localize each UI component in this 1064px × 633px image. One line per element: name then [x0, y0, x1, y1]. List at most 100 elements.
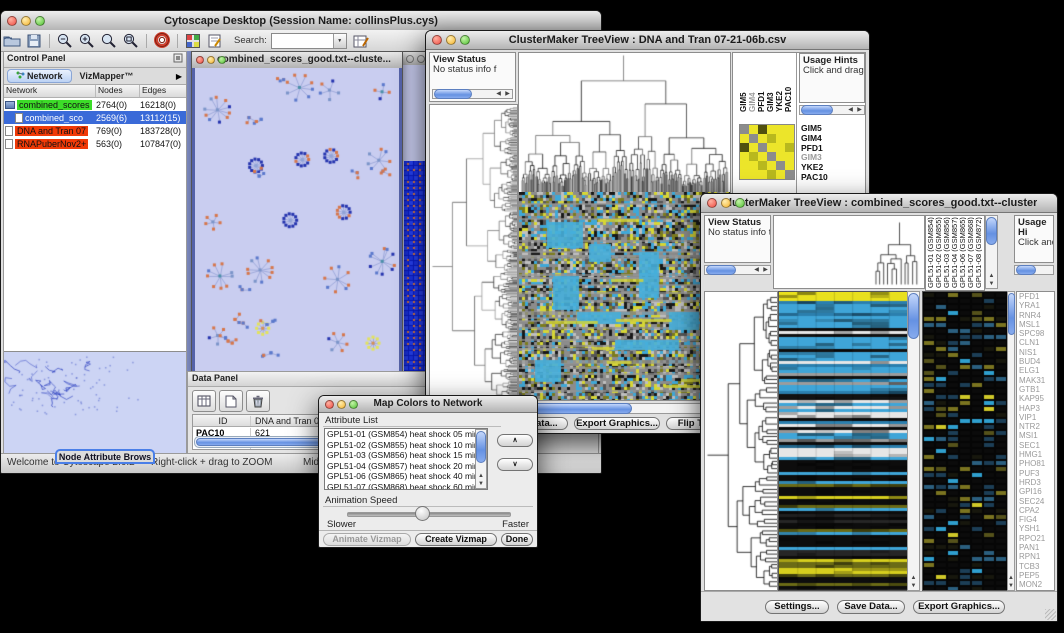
matrix-cell[interactable] — [740, 143, 749, 152]
matrix-cell[interactable] — [767, 152, 776, 161]
attribute-list-item[interactable]: GPL51-06 (GSM865) heat shock 40 min — [327, 471, 487, 482]
scrollbar-thumb[interactable] — [434, 89, 472, 99]
matrix-cell[interactable] — [749, 134, 758, 143]
gene-label[interactable]: PAN1 — [1019, 543, 1054, 552]
matrix-cell[interactable] — [758, 161, 767, 170]
scrollbar-thumb[interactable] — [1016, 265, 1036, 275]
attribute-browser-button[interactable] — [351, 31, 373, 50]
minimize-button[interactable] — [21, 16, 31, 26]
scroll-up-arrow[interactable]: ▲ — [987, 272, 996, 280]
zoom-in-button[interactable] — [76, 31, 98, 50]
create-attribute-button[interactable] — [219, 390, 243, 412]
scroll-right-arrow[interactable]: ▶ — [503, 90, 512, 98]
scroll-up-arrow[interactable]: ▲ — [1008, 574, 1015, 582]
matrix-cell[interactable] — [740, 134, 749, 143]
cytoscape-titlebar[interactable]: Cytoscape Desktop (Session Name: collins… — [1, 11, 601, 31]
gene-label[interactable]: FIG4 — [1019, 515, 1054, 524]
matrix-cell[interactable] — [758, 152, 767, 161]
attribute-list-item[interactable]: GPL51-02 (GSM855) heat shock 10 min — [327, 440, 487, 451]
network-row-selected[interactable]: combined_sco 2569(6) 13112(15) — [4, 111, 186, 124]
gene-label[interactable]: MAK31 — [1019, 376, 1054, 385]
attribute-list-scrollbar[interactable]: ▲ ▼ — [475, 429, 487, 489]
scroll-down-arrow[interactable]: ▼ — [477, 480, 486, 488]
minimize-button[interactable] — [721, 198, 731, 208]
attribute-list[interactable]: GPL51-01 (GSM854) heat shock 05 minGPL51… — [324, 428, 488, 490]
zoom-out-button[interactable] — [54, 31, 76, 50]
matrix-cell[interactable] — [758, 143, 767, 152]
expression-heatmap-canvas[interactable] — [519, 192, 730, 400]
network-row[interactable]: combined_scores 2764(0) 16218(0) — [4, 98, 186, 111]
matrix-cell[interactable] — [785, 143, 794, 152]
search-dropdown-button[interactable]: ▼ — [333, 34, 346, 48]
gene-label[interactable]: CPA2 — [1019, 506, 1054, 515]
settings-button[interactable]: Settings... — [765, 600, 829, 614]
zoom-button[interactable] — [35, 16, 45, 26]
network-frame[interactable]: combined_scores_good.txt--cluste... — [191, 51, 403, 371]
help-button[interactable] — [151, 31, 173, 50]
scrollbar-thumb[interactable] — [801, 105, 833, 115]
gene-label[interactable]: VIP1 — [1019, 413, 1054, 422]
zoom-button[interactable] — [218, 56, 226, 64]
gene-label[interactable]: KAP95 — [1019, 394, 1054, 403]
close-button[interactable] — [325, 400, 334, 409]
matrix-cell[interactable] — [767, 143, 776, 152]
gene-label[interactable]: HRD3 — [1019, 478, 1054, 487]
export-graphics-button[interactable]: Export Graphics... — [574, 417, 660, 430]
annotation-button[interactable] — [204, 31, 226, 50]
gene-label[interactable]: RPO21 — [1019, 534, 1054, 543]
zoom-button[interactable] — [460, 35, 470, 45]
scroll-left-arrow[interactable]: ◀ — [846, 106, 855, 114]
scroll-right-arrow[interactable]: ▶ — [761, 266, 770, 274]
matrix-cell[interactable] — [785, 152, 794, 161]
usage-hints-scrollbar[interactable]: ◀ ▶ — [799, 105, 865, 115]
scroll-down-arrow[interactable]: ▼ — [1008, 582, 1015, 590]
tab-vizmapper[interactable]: VizMapper™ — [72, 70, 142, 82]
close-button[interactable] — [707, 198, 717, 208]
heatmap-vscrollbar[interactable]: ▲ ▼ — [907, 291, 920, 591]
node-attribute-browser-tab[interactable]: Node Attribute Brows — [55, 449, 155, 464]
speed-slider-thumb[interactable] — [415, 506, 430, 521]
gene-label[interactable]: PEP5 — [1019, 571, 1054, 580]
minimize-button[interactable] — [417, 55, 425, 63]
matrix-cell[interactable] — [749, 143, 758, 152]
tab-overflow-button[interactable]: ▶ — [176, 72, 182, 81]
move-up-button[interactable]: ∧ — [497, 434, 533, 447]
matrix-cell[interactable] — [767, 134, 776, 143]
gene-label[interactable]: RNR4 — [1019, 311, 1054, 320]
gene-label[interactable]: YRA1 — [1019, 301, 1054, 310]
matrix-cell[interactable] — [740, 170, 749, 179]
export-graphics-button[interactable]: Export Graphics... — [913, 600, 1005, 614]
zoomed-heatmap-canvas[interactable] — [922, 291, 1008, 591]
matrix-cell[interactable] — [758, 134, 767, 143]
close-button[interactable] — [432, 35, 442, 45]
gene-label[interactable]: MON2 — [1019, 580, 1054, 589]
scrollbar-thumb[interactable] — [986, 217, 997, 245]
scroll-down-arrow[interactable]: ▼ — [987, 280, 996, 288]
scroll-up-arrow[interactable]: ▲ — [477, 472, 486, 480]
gene-dendrogram-canvas[interactable] — [704, 291, 778, 591]
array-dendrogram-canvas[interactable] — [773, 215, 925, 289]
search-input[interactable]: ▼ — [271, 33, 347, 49]
zoom-button[interactable] — [349, 400, 358, 409]
scroll-up-arrow[interactable]: ▲ — [909, 574, 918, 582]
minimize-button[interactable] — [446, 35, 456, 45]
gene-label[interactable]: PHO81 — [1019, 459, 1054, 468]
matrix-cell[interactable] — [758, 125, 767, 134]
matrix-cell[interactable] — [776, 143, 785, 152]
matrix-cell[interactable] — [776, 125, 785, 134]
vizmapper-button[interactable] — [182, 31, 204, 50]
gene-list-vscrollbar[interactable]: ▲ ▼ — [1007, 291, 1015, 591]
gene-label[interactable]: NIS1 — [1019, 348, 1054, 357]
scroll-down-arrow[interactable]: ▼ — [909, 582, 918, 590]
attribute-list-item[interactable]: GPL51-01 (GSM854) heat shock 05 min — [327, 429, 487, 440]
birds-eye-view[interactable] — [4, 351, 186, 453]
close-button[interactable] — [196, 56, 204, 64]
gene-label[interactable]: TCB3 — [1019, 562, 1054, 571]
view-status-scrollbar[interactable]: ◀ ▶ — [432, 89, 513, 99]
animate-vizmap-button[interactable]: Animate Vizmap — [323, 533, 411, 546]
gene-label[interactable]: NTR2 — [1019, 422, 1054, 431]
gene-label[interactable]: SEC24 — [1019, 497, 1054, 506]
tab-network[interactable]: Network — [7, 69, 72, 83]
matrix-cell[interactable] — [740, 125, 749, 134]
attribute-list-item[interactable]: GPL51-03 (GSM856) heat shock 15 min — [327, 450, 487, 461]
